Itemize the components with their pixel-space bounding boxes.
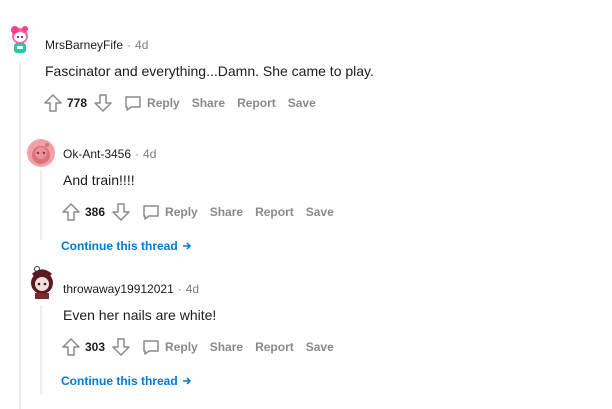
vote-score: 778 xyxy=(67,96,88,110)
comment-actions: 386 Reply Share Report Save xyxy=(61,201,334,223)
share-button[interactable]: Share xyxy=(192,96,225,110)
share-button[interactable]: Share xyxy=(210,340,243,354)
avatar[interactable] xyxy=(6,24,34,58)
vote-score: 303 xyxy=(85,340,106,354)
continue-thread-link[interactable]: Continue this thread xyxy=(61,374,192,388)
report-button[interactable]: Report xyxy=(255,205,294,219)
vote-score: 386 xyxy=(85,205,106,219)
downvote-icon[interactable] xyxy=(111,202,131,222)
thread-line-child[interactable] xyxy=(40,170,42,240)
upvote-icon[interactable] xyxy=(43,93,63,113)
arrow-right-icon xyxy=(182,376,192,386)
share-button[interactable]: Share xyxy=(210,205,243,219)
comment-body: And train!!!! xyxy=(63,172,135,188)
comment-bubble-icon xyxy=(123,93,143,113)
reply-button[interactable]: Reply xyxy=(123,93,180,113)
avatar-snoo-icon xyxy=(32,143,50,164)
timestamp[interactable]: 4d xyxy=(135,38,148,52)
comment-meta: throwaway19912021 · 4d xyxy=(63,282,200,296)
timestamp[interactable]: 4d xyxy=(143,147,156,161)
avatar[interactable] xyxy=(27,139,55,167)
thread-line-child[interactable] xyxy=(40,305,42,395)
downvote-icon[interactable] xyxy=(111,337,131,357)
upvote-icon[interactable] xyxy=(61,202,81,222)
timestamp[interactable]: 4d xyxy=(186,282,199,296)
avatar-snoo-icon xyxy=(11,26,28,53)
save-button[interactable]: Save xyxy=(306,340,334,354)
continue-thread-link[interactable]: Continue this thread xyxy=(61,239,192,253)
report-button[interactable]: Report xyxy=(255,340,294,354)
avatar-snoo-icon xyxy=(31,266,53,299)
comment-meta: MrsBarneyFife · 4d xyxy=(45,38,149,52)
arrow-right-icon xyxy=(182,241,192,251)
thread-line-root[interactable] xyxy=(19,62,21,409)
reply-button[interactable]: Reply xyxy=(141,337,198,357)
username-link[interactable]: MrsBarneyFife xyxy=(45,38,123,52)
username-link[interactable]: throwaway19912021 xyxy=(63,282,174,296)
comment-actions: 778 Reply Share Report Save xyxy=(43,92,316,114)
upvote-icon[interactable] xyxy=(61,337,81,357)
report-button[interactable]: Report xyxy=(237,96,276,110)
comment-meta: Ok-Ant-3456 · 4d xyxy=(63,147,157,161)
avatar[interactable] xyxy=(27,265,57,301)
comment-body: Fascinator and everything...Damn. She ca… xyxy=(45,63,374,79)
comment-bubble-icon xyxy=(141,202,161,222)
comment-bubble-icon xyxy=(141,337,161,357)
reply-button[interactable]: Reply xyxy=(141,202,198,222)
save-button[interactable]: Save xyxy=(306,205,334,219)
comment-actions: 303 Reply Share Report Save xyxy=(61,336,334,358)
save-button[interactable]: Save xyxy=(288,96,316,110)
comment-body: Even her nails are white! xyxy=(63,307,217,323)
downvote-icon[interactable] xyxy=(93,93,113,113)
username-link[interactable]: Ok-Ant-3456 xyxy=(63,147,131,161)
